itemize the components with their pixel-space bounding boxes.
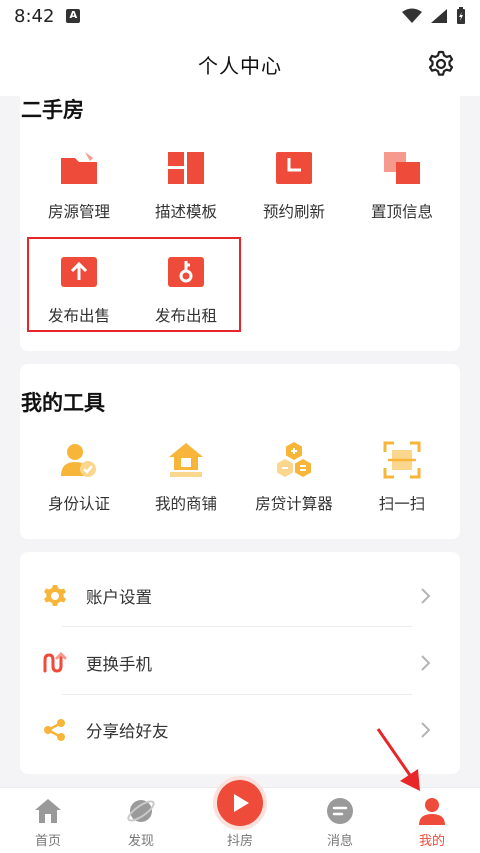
home-icon — [35, 799, 61, 823]
grid-label: 房源管理 — [47, 203, 110, 221]
bottom-tab-bar: 首页 发现 抖房 消息 我的 — [0, 780, 480, 853]
wifi-icon — [402, 8, 422, 23]
second-hand-title: 二手房 — [21, 98, 84, 122]
chevron-right-icon — [421, 655, 431, 671]
page-header: 个人中心 — [0, 32, 480, 96]
grid-item-listing-manage[interactable]: 房源管理 — [25, 148, 133, 222]
upload-icon — [61, 257, 97, 287]
tab-label: 我的 — [418, 834, 445, 849]
tab-label: 首页 — [34, 834, 61, 849]
grid-label: 我的商铺 — [154, 495, 217, 513]
status-bar: 8:42 A — [0, 0, 480, 32]
divider — [62, 694, 412, 695]
grid-item-publish-sale[interactable]: 发布出售 — [25, 252, 133, 326]
gear-icon — [44, 585, 66, 606]
folder-icon — [61, 152, 97, 184]
grid-item-publish-rent[interactable]: 发布出租 — [132, 252, 240, 326]
tab-messages[interactable]: 消息 — [292, 788, 388, 853]
calculator-icon — [277, 442, 311, 477]
profile-icon — [419, 798, 445, 825]
phone-swap-icon — [43, 651, 67, 673]
grid-label: 房贷计算器 — [255, 495, 333, 513]
identity-verify-icon — [61, 444, 96, 477]
grid-label: 发布出租 — [154, 307, 217, 325]
battery-icon — [457, 7, 465, 24]
status-time: 8:42 — [14, 5, 55, 27]
play-button[interactable] — [217, 780, 263, 826]
tab-label: 发现 — [127, 834, 154, 849]
grid-item-my-shop[interactable]: 我的商铺 — [132, 440, 240, 514]
template-grid-icon — [168, 152, 204, 184]
signal-icon — [431, 9, 447, 23]
grid-item-schedule-refresh[interactable]: 预约刷新 — [240, 148, 348, 222]
key-icon — [168, 257, 204, 287]
pin-top-icon — [384, 152, 420, 184]
discover-planet-icon — [127, 800, 155, 822]
list-row-change-phone[interactable]: 更换手机 — [20, 630, 460, 696]
tab-douhouse[interactable]: 抖房 — [192, 780, 288, 853]
page-title: 个人中心 — [198, 53, 282, 78]
tab-discover[interactable]: 发现 — [93, 788, 189, 853]
message-icon — [327, 798, 353, 824]
grid-item-desc-template[interactable]: 描述模板 — [132, 148, 240, 222]
grid-label: 描述模板 — [154, 203, 217, 221]
grid-item-scan[interactable]: 扫一扫 — [348, 440, 456, 514]
shop-house-icon — [169, 443, 203, 477]
grid-item-top-info[interactable]: 置顶信息 — [348, 148, 456, 222]
grid-item-mortgage-calc[interactable]: 房贷计算器 — [240, 440, 348, 514]
annotation-arrow-icon — [376, 728, 420, 791]
tools-title: 我的工具 — [21, 391, 105, 415]
share-icon — [44, 719, 65, 741]
tab-label: 消息 — [326, 834, 353, 849]
grid-label: 预约刷新 — [262, 203, 325, 221]
scan-icon — [383, 441, 421, 479]
settings-button[interactable] — [426, 49, 456, 79]
tab-profile[interactable]: 我的 — [384, 788, 480, 853]
grid-label: 发布出售 — [47, 307, 110, 325]
chevron-right-icon — [421, 588, 431, 604]
divider — [62, 626, 412, 627]
list-row-label: 分享给好友 — [86, 722, 169, 741]
clock-icon — [276, 152, 312, 184]
list-row-label: 账户设置 — [86, 588, 152, 607]
grid-item-identity[interactable]: 身份认证 — [25, 440, 133, 514]
status-right — [402, 7, 466, 25]
grid-label: 身份认证 — [47, 495, 110, 513]
tab-label: 抖房 — [226, 834, 253, 849]
grid-label: 置顶信息 — [370, 203, 433, 221]
grid-label: 扫一扫 — [378, 495, 426, 513]
list-row-label: 更换手机 — [86, 655, 152, 674]
gear-icon — [428, 50, 454, 76]
notification-a-icon: A — [66, 9, 81, 23]
tab-home[interactable]: 首页 — [0, 788, 96, 853]
list-row-account-settings[interactable]: 账户设置 — [20, 563, 460, 629]
play-icon — [234, 794, 249, 812]
